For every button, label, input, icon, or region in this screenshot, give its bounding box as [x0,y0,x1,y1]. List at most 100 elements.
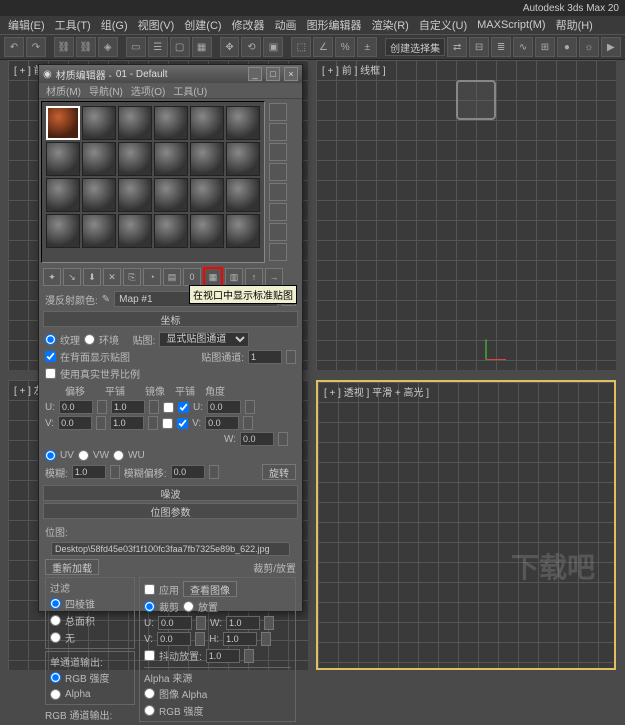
jitter-check[interactable] [144,650,155,661]
v-tile-spinner[interactable] [110,416,144,430]
render-button[interactable]: ▶ [601,37,621,57]
mono-rgb-radio[interactable] [50,672,61,683]
show-back-check[interactable] [45,351,56,362]
reset-button[interactable]: ✕ [103,268,121,286]
material-slot[interactable] [82,106,116,140]
w-angle-spinner[interactable] [240,432,274,446]
menu-rendering[interactable]: 渲染(R) [368,17,413,33]
me-menu-options[interactable]: 选项(O) [128,83,168,98]
rollout-noise-header[interactable]: 噪波 [43,485,298,501]
texture-radio[interactable] [45,334,56,345]
rotate-button[interactable]: ⟲ [241,37,261,57]
material-slot[interactable] [46,178,80,212]
close-button[interactable]: × [284,67,298,81]
menu-help[interactable]: 帮助(H) [552,17,597,33]
get-material-button[interactable]: ✦ [43,268,61,286]
select-region-button[interactable]: ▢ [170,37,190,57]
spinner-buttons[interactable] [286,350,296,364]
assign-button[interactable]: ⬇ [83,268,101,286]
v-mirror-check[interactable] [162,418,173,429]
viewport-tr-label[interactable]: [ + ] 前 ] 线框 ] [322,62,386,77]
crop-w-spinner[interactable] [226,616,260,630]
options-button[interactable] [269,223,287,241]
select-button[interactable]: ▭ [126,37,146,57]
video-check-button[interactable] [269,183,287,201]
snap-button[interactable]: ⬚ [291,37,311,57]
crop-u-spinner[interactable] [158,616,192,630]
scale-button[interactable]: ▣ [263,37,283,57]
uv-radio[interactable] [45,450,56,461]
environ-radio[interactable] [84,334,95,345]
blur-spinner[interactable] [72,465,106,479]
me-menu-util[interactable]: 工具(U) [170,83,210,98]
make-unique-button[interactable]: ◔ [143,268,161,286]
menu-edit[interactable]: 编辑(E) [4,17,49,33]
material-slot[interactable] [154,214,188,248]
align-button[interactable]: ⊟ [469,37,489,57]
u-tile-spinner[interactable] [111,400,145,414]
jitter-spinner[interactable] [206,649,240,663]
place-radio[interactable] [183,601,194,612]
u-angle-spinner[interactable] [207,400,241,414]
filter-none-radio[interactable] [50,632,61,643]
material-slot[interactable] [118,106,152,140]
u-mirror-check[interactable] [163,402,174,413]
reload-button[interactable]: 重新加载 [45,559,99,575]
menu-create[interactable]: 创建(C) [180,17,225,33]
show-map-viewport-button[interactable]: ▦ [203,267,223,287]
material-slot[interactable] [82,214,116,248]
material-slot[interactable] [82,178,116,212]
material-slot[interactable] [154,106,188,140]
alpha-img-radio[interactable] [144,688,155,699]
link-button[interactable]: ⛓ [54,37,74,57]
mirror-button[interactable]: ⇄ [447,37,467,57]
spinner-snap-button[interactable]: ± [357,37,377,57]
menu-maxscript[interactable]: MAXScript(M) [473,19,549,31]
go-forward-button[interactable]: → [265,268,283,286]
filter-pyramid-radio[interactable] [50,598,61,609]
filter-sum-radio[interactable] [50,615,61,626]
maximize-button[interactable]: □ [266,67,280,81]
me-menu-nav[interactable]: 导航(N) [86,83,126,98]
realworld-check[interactable] [45,368,56,379]
vw-radio[interactable] [78,450,89,461]
material-slot[interactable] [190,142,224,176]
material-slot[interactable] [46,214,80,248]
menu-modifiers[interactable]: 修改器 [228,17,269,33]
mono-alpha-radio[interactable] [50,689,61,700]
rollout-bitmap-header[interactable]: 位图参数 [43,503,298,519]
copy-button[interactable]: ⎘ [123,268,141,286]
material-slot[interactable] [226,214,260,248]
bluroff-spinner[interactable] [171,465,205,479]
material-slot[interactable] [118,178,152,212]
backlight-button[interactable] [269,123,287,141]
selection-set-combo[interactable] [385,38,445,56]
crop-v-spinner[interactable] [157,632,191,646]
redo-button[interactable]: ↷ [26,37,46,57]
undo-button[interactable]: ↶ [4,37,24,57]
viewport-top-right[interactable]: [ + ] 前 ] 线框 ] [316,60,616,370]
eyedropper-icon[interactable]: ✎ [102,294,110,305]
channel-spinner[interactable] [248,350,282,364]
material-slot-1[interactable] [46,106,80,140]
material-slot[interactable] [82,142,116,176]
percent-snap-button[interactable]: % [335,37,355,57]
view-image-button[interactable]: 查看图像 [183,581,237,597]
viewcube-icon[interactable] [456,80,496,120]
menu-view[interactable]: 视图(V) [134,17,179,33]
schematic-button[interactable]: ⊞ [535,37,555,57]
put-to-scene-button[interactable]: ↘ [63,268,81,286]
menu-animation[interactable]: 动画 [271,17,301,33]
angle-snap-button[interactable]: ∠ [313,37,333,57]
layers-button[interactable]: ≣ [491,37,511,57]
preview-button[interactable] [269,203,287,221]
menu-tools[interactable]: 工具(T) [51,17,95,33]
v-angle-spinner[interactable] [205,416,239,430]
background-button[interactable] [269,143,287,161]
show-end-button[interactable]: ▥ [225,268,243,286]
alpha-rgb-radio[interactable] [144,705,155,716]
rotate-button[interactable]: 旋转 [262,464,296,480]
menu-group[interactable]: 组(G) [97,17,132,33]
select-by-mat-button[interactable] [269,243,287,261]
u-tile-check[interactable] [178,402,189,413]
